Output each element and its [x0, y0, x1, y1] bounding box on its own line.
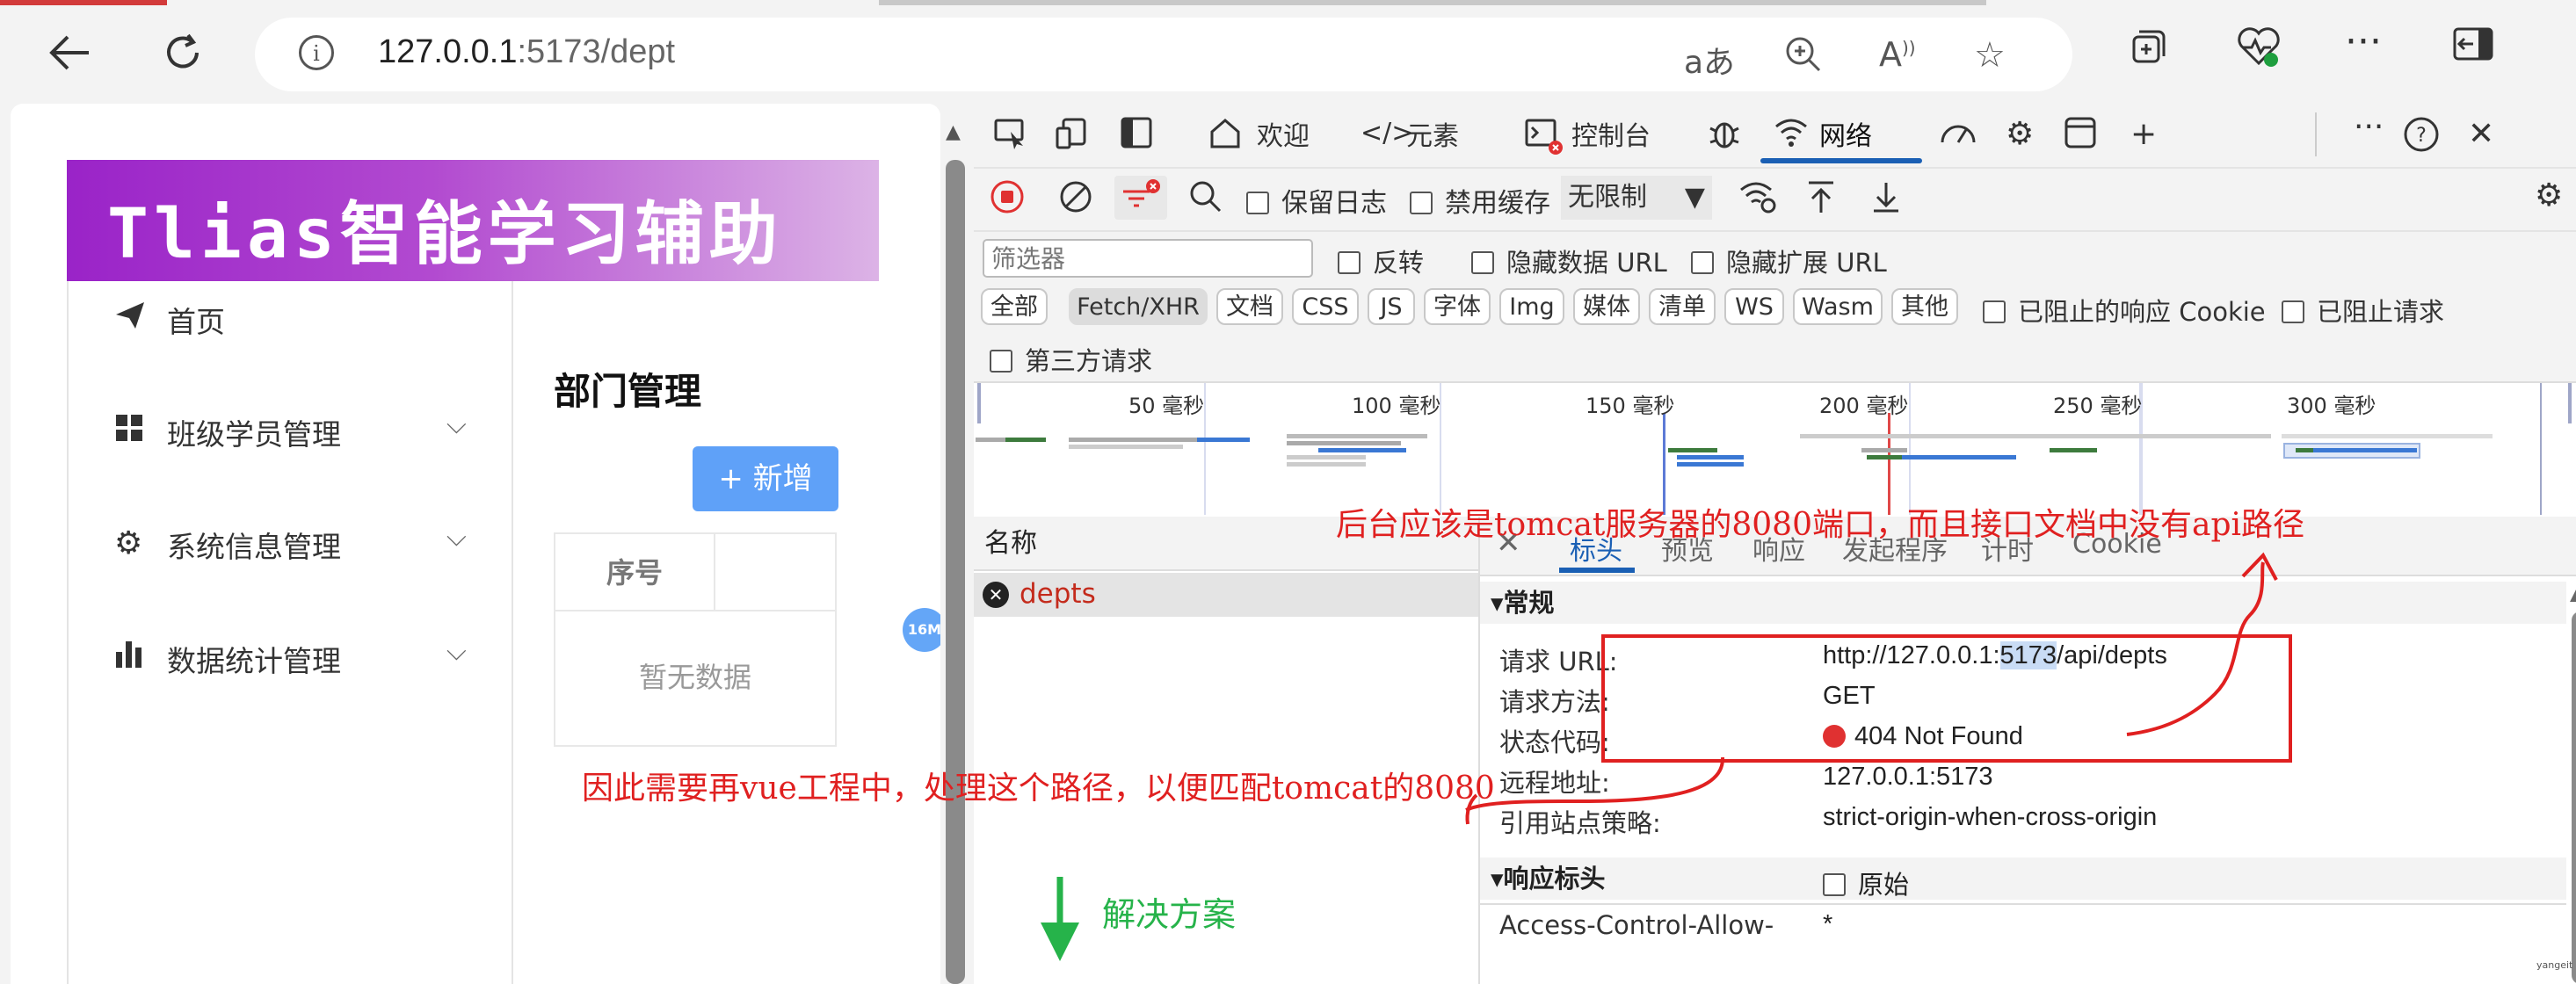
annotation-arrow-left [1465, 756, 1725, 812]
annotation-top-text: 后台应该是tomcat服务器的8080端口，而且接口文档中没有api路径 [1336, 507, 2305, 543]
watermark: yangeit [2536, 959, 2573, 971]
annotation-solution-text: 解决方案 [1102, 895, 1237, 934]
annotation-overlay [1041, 552, 2292, 961]
solution-arrowhead [1041, 922, 1079, 961]
annotation-arrow-up [2126, 561, 2265, 736]
annotation-box [1601, 634, 2292, 763]
annotation-left-text: 因此需要再vue工程中，处理这个路径，以便匹配tomcat的8080 [582, 771, 1495, 807]
annotation-arrowhead [2241, 552, 2278, 581]
